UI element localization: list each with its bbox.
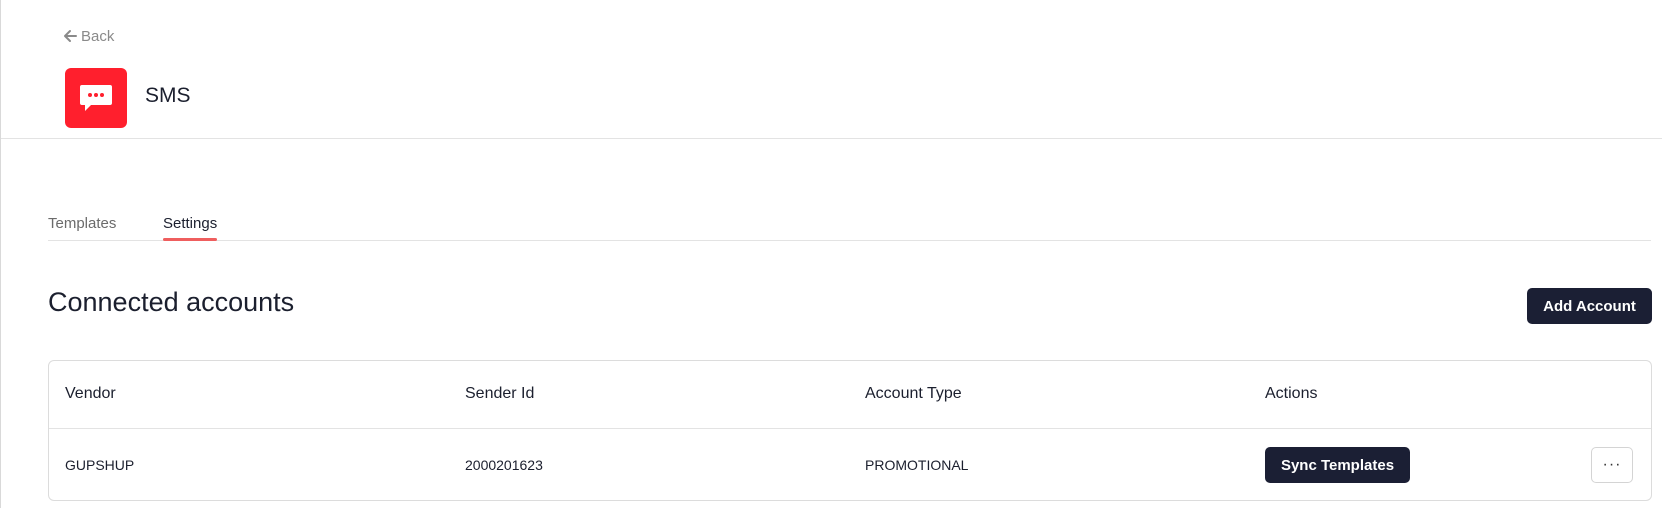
tab-bar: Templates Settings xyxy=(48,215,1651,241)
column-header-vendor: Vendor xyxy=(65,385,116,402)
account-type-cell: PROMOTIONAL xyxy=(865,457,969,473)
back-label: Back xyxy=(81,27,115,45)
page: Back SMS Templates Settings Connected ac… xyxy=(0,0,1662,508)
sms-app-icon xyxy=(65,68,127,128)
more-horizontal-icon: ··· xyxy=(1602,456,1622,473)
sender-id-cell: 2000201623 xyxy=(465,457,543,473)
app-title: SMS xyxy=(145,84,191,107)
accounts-table: Vendor Sender Id Account Type Actions GU… xyxy=(48,360,1652,501)
table-header: Vendor Sender Id Account Type Actions xyxy=(49,361,1651,429)
column-header-actions: Actions xyxy=(1265,385,1318,402)
column-header-sender-id: Sender Id xyxy=(465,385,535,402)
vendor-cell: GUPSHUP xyxy=(65,457,135,473)
add-account-button[interactable]: Add Account xyxy=(1527,288,1652,324)
sms-chat-icon xyxy=(80,85,112,111)
column-header-account-type: Account Type xyxy=(865,385,962,402)
more-options-button[interactable]: ··· xyxy=(1591,447,1633,483)
back-link[interactable]: Back xyxy=(63,26,114,46)
page-header: Back SMS xyxy=(1,0,1662,139)
arrow-left-icon xyxy=(64,30,77,42)
section-title: Connected accounts xyxy=(48,287,295,317)
tab-templates[interactable]: Templates xyxy=(48,215,116,241)
tab-settings[interactable]: Settings xyxy=(163,215,218,241)
sync-templates-button[interactable]: Sync Templates xyxy=(1265,447,1410,483)
